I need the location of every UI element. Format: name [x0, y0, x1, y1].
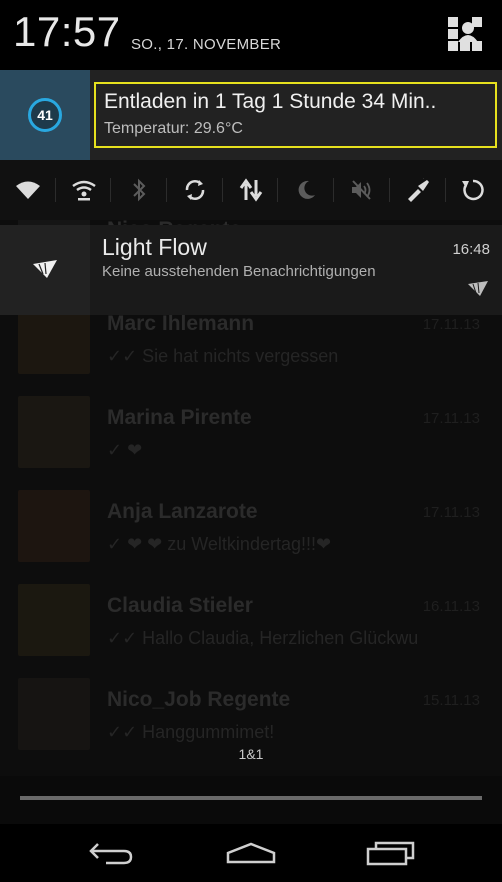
light-flow-notification[interactable]: Light Flow 16:48 Keine ausstehenden Bena…	[0, 225, 502, 315]
shade-handle-area[interactable]	[0, 776, 502, 824]
chat-name: Anja Lanzarote	[107, 500, 258, 523]
recents-icon[interactable]	[361, 836, 421, 870]
sync-icon[interactable]	[167, 160, 223, 220]
chat-message: ✓✓ Hanggummimet!	[107, 722, 275, 742]
battery-icon-box: 41	[0, 70, 90, 160]
quick-toggles-bar	[0, 160, 502, 220]
avatar	[18, 396, 90, 468]
shade-drag-handle[interactable]	[20, 796, 482, 800]
mobile-data-icon[interactable]	[223, 160, 279, 220]
chat-name: Marina Pirente	[107, 406, 252, 429]
home-icon[interactable]	[221, 836, 281, 870]
notification-text: Keine ausstehenden Benachrichtigungen	[102, 263, 376, 280]
chat-name: Nico_Job Regente	[107, 688, 291, 711]
sound-off-icon[interactable]	[334, 160, 390, 220]
chat-time: 17.11.13	[422, 504, 480, 521]
list-item: Anja Lanzarote 17.11.13 ✓ ❤ ❤ zu Weltkin…	[0, 482, 502, 576]
chat-time: 17.11.13	[422, 316, 480, 333]
list-item: Claudia Stieler 16.11.13 ✓✓ Hallo Claudi…	[0, 576, 502, 670]
chat-name: Marc Ihlemann	[107, 312, 255, 335]
list-item: Marina Pirente 17.11.13 ✓ ❤	[0, 388, 502, 482]
chat-message: ✓✓ Hallo Claudia, Herzlichen Glückwu	[107, 628, 419, 648]
bluetooth-icon[interactable]	[111, 160, 167, 220]
status-bar: 17:57 SO., 17. NOVEMBER	[0, 0, 502, 70]
light-flow-small-icon	[468, 281, 488, 302]
avatar	[18, 490, 90, 562]
battery-level-icon: 41	[28, 98, 62, 132]
chat-time: 17.11.13	[422, 410, 480, 427]
chat-message: ✓ ❤	[107, 440, 143, 460]
light-flow-icon	[0, 225, 90, 315]
battery-info-panel: Entladen in 1 Tag 1 Stunde 34 Min.. Temp…	[94, 82, 497, 148]
battery-temperature: Temperatur: 29.6°C	[104, 120, 243, 137]
battery-title: Entladen in 1 Tag 1 Stunde 34 Min..	[104, 90, 437, 113]
avatar	[18, 584, 90, 656]
notification-title: Light Flow	[102, 234, 207, 260]
user-grid-icon[interactable]	[447, 16, 483, 52]
date: SO., 17. NOVEMBER	[131, 36, 282, 53]
notification-time: 16:48	[452, 241, 490, 258]
avatar	[18, 678, 90, 750]
rotate-icon[interactable]	[446, 160, 502, 220]
navigation-bar	[0, 824, 502, 882]
wifi-icon[interactable]	[0, 160, 56, 220]
carrier-label: 1&1	[238, 746, 264, 762]
clock: 17:57	[13, 8, 121, 55]
chat-time: 15.11.13	[422, 692, 480, 709]
chat-message: ✓✓ Sie hat nichts vergessen	[107, 346, 339, 366]
night-mode-icon[interactable]	[278, 160, 334, 220]
chat-name: Claudia Stieler	[107, 594, 253, 617]
chat-message: ✓ ❤ ❤ zu Weltkindertag!!!❤	[107, 534, 332, 554]
back-icon[interactable]	[81, 836, 141, 870]
wifi-hotspot-icon[interactable]	[56, 160, 112, 220]
chat-time: 16.11.13	[422, 598, 480, 615]
flashlight-icon[interactable]	[390, 160, 446, 220]
battery-notification[interactable]: 41 Entladen in 1 Tag 1 Stunde 34 Min.. T…	[0, 70, 502, 160]
